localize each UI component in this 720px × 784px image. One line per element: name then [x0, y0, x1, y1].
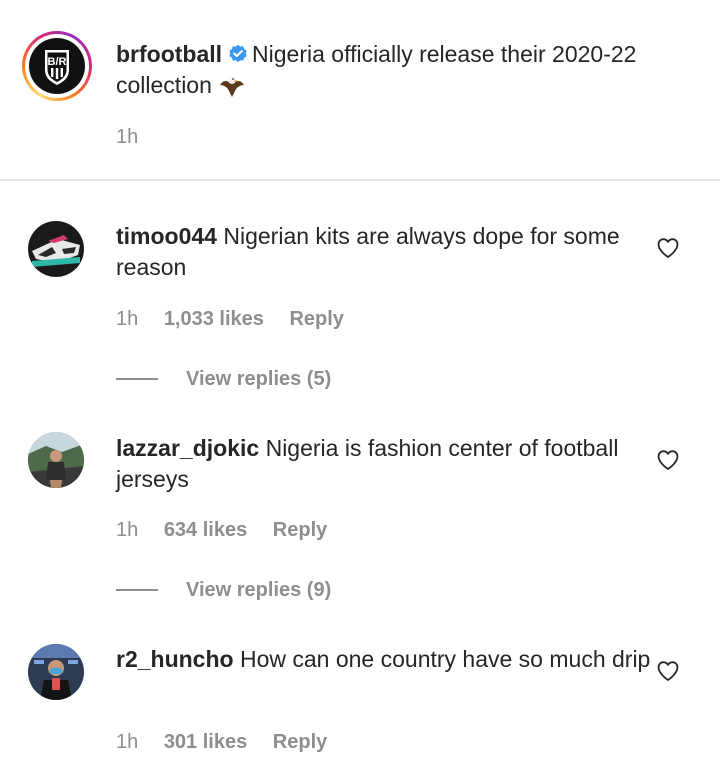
comment-text-block: r2_huncho How can one country have so mu…: [116, 644, 656, 675]
reply-button[interactable]: Reply: [273, 731, 327, 753]
comment-username[interactable]: timoo044: [116, 223, 217, 249]
comment-likes-count[interactable]: 301 likes: [164, 731, 247, 753]
eagle-emoji: [219, 76, 244, 97]
br-logo-avatar: B/R: [29, 38, 85, 94]
caption-meta: 1h: [116, 126, 158, 149]
heart-icon[interactable]: [656, 236, 680, 260]
comment-avatar[interactable]: [28, 432, 84, 488]
reply-button[interactable]: Reply: [273, 519, 327, 541]
comment-meta: 1h 1,033 likes Reply: [116, 308, 364, 331]
comment-likes-count[interactable]: 1,033 likes: [164, 308, 264, 330]
comment-meta: 1h 301 likes Reply: [116, 731, 347, 754]
comment-meta: 1h 634 likes Reply: [116, 519, 347, 542]
post-caption: B/R brfootball Nigeria officially releas…: [0, 0, 720, 180]
comment-timestamp: 1h: [116, 308, 139, 330]
comment-avatar[interactable]: [28, 221, 84, 277]
comment-text-block: lazzar_djokic Nigeria is fashion center …: [116, 433, 656, 495]
caption-username[interactable]: brfootball: [116, 41, 222, 67]
svg-text:B/R: B/R: [48, 56, 67, 68]
replies-line-divider: [116, 378, 158, 380]
heart-icon[interactable]: [656, 448, 680, 472]
comment-username[interactable]: r2_huncho: [116, 646, 234, 672]
view-replies-label: View replies (9): [186, 578, 332, 601]
view-replies-label: View replies (5): [186, 367, 332, 390]
comment-timestamp: 1h: [116, 519, 139, 541]
comment-text-block: timoo044 Nigerian kits are always dope f…: [116, 221, 656, 283]
view-replies-button[interactable]: View replies (5): [116, 367, 331, 391]
view-replies-button[interactable]: View replies (9): [116, 578, 331, 602]
reply-button[interactable]: Reply: [289, 308, 343, 330]
caption-divider: [0, 179, 720, 181]
replies-line-divider: [116, 589, 158, 591]
caption-timestamp: 1h: [116, 126, 139, 148]
verified-badge-icon: [229, 44, 247, 62]
comment-body: How can one country have so much drip: [239, 646, 651, 672]
profile-avatar-story-ring[interactable]: B/R: [22, 31, 92, 101]
comment-username[interactable]: lazzar_djokic: [116, 435, 259, 461]
heart-icon[interactable]: [656, 659, 680, 683]
comment-likes-count[interactable]: 634 likes: [164, 519, 247, 541]
comment-avatar[interactable]: [28, 644, 84, 700]
comment-timestamp: 1h: [116, 731, 139, 753]
caption-text-block: brfootball Nigeria officially release th…: [116, 39, 656, 101]
